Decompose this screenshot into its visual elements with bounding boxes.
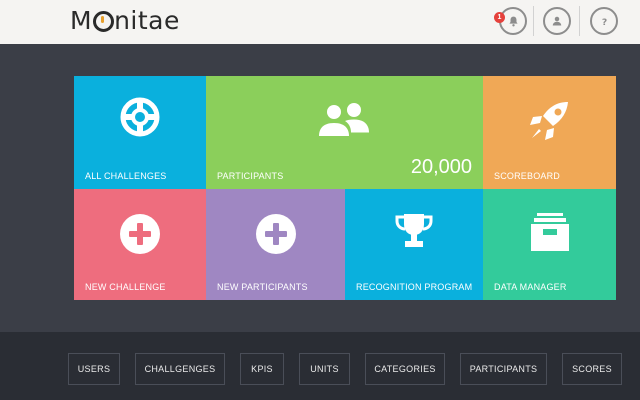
tile-scoreboard[interactable]: SCOREBOARD [483, 76, 616, 189]
nav-scores-button[interactable]: SCORES [562, 353, 622, 385]
top-bar: Mnitae 1 ? [0, 0, 640, 44]
participants-count: 20,000 [410, 156, 472, 178]
nav-users-button[interactable]: USERS [68, 353, 120, 385]
archive-icon [530, 213, 569, 251]
nav-kpis-button[interactable]: KPIS [240, 353, 284, 385]
nav-units-button[interactable]: UNITS [299, 353, 350, 385]
header-divider [579, 6, 580, 36]
tile-label: ALL CHALLENGES [85, 171, 167, 181]
nav-participants-button[interactable]: PARTICIPANTS [460, 353, 547, 385]
lifebuoy-icon [120, 97, 160, 137]
tile-participants[interactable]: 20,000 PARTICIPANTS [206, 76, 483, 189]
tile-new-participants[interactable]: NEW PARTICIPANTS [206, 189, 345, 300]
svg-text:?: ? [601, 16, 606, 27]
notification-badge: 1 [494, 12, 505, 23]
dashboard-area: ALL CHALLENGES 20,000 PARTICIPANTS SCORE… [0, 44, 640, 332]
tile-label: RECOGNITION PROGRAM [356, 282, 473, 292]
tile-label: NEW PARTICIPANTS [217, 282, 308, 292]
tile-label: NEW CHALLENGE [85, 282, 166, 292]
help-button[interactable]: ? [590, 7, 618, 35]
tile-label: PARTICIPANTS [217, 171, 284, 181]
tile-label: SCOREBOARD [494, 171, 561, 181]
tile-new-challenge[interactable]: NEW CHALLENGE [74, 189, 206, 300]
logo[interactable]: Mnitae [70, 3, 180, 37]
tile-label: DATA MANAGER [494, 282, 567, 292]
bottom-nav: USERS CHALLGENGES KPIS UNITS CATEGORIES … [0, 332, 640, 400]
header-divider [533, 6, 534, 36]
logo-clock-icon [92, 10, 114, 32]
tile-recognition-program[interactable]: RECOGNITION PROGRAM [345, 189, 483, 300]
nav-categories-button[interactable]: CATEGORIES [365, 353, 445, 385]
logo-text: Mnitae [70, 5, 180, 35]
tile-data-manager[interactable]: DATA MANAGER [483, 189, 616, 300]
profile-button[interactable] [543, 7, 571, 35]
rocket-icon [529, 102, 568, 140]
help-icon: ? [601, 16, 606, 27]
bell-icon [508, 16, 518, 26]
plus-circle-icon [120, 214, 160, 254]
user-icon [552, 16, 562, 26]
nav-challenges-button[interactable]: CHALLGENGES [135, 353, 225, 385]
trophy-icon [395, 214, 433, 247]
tile-all-challenges[interactable]: ALL CHALLENGES [74, 76, 206, 189]
notifications-button[interactable]: 1 [494, 7, 527, 35]
users-icon [318, 103, 369, 136]
plus-circle-icon [255, 214, 296, 254]
